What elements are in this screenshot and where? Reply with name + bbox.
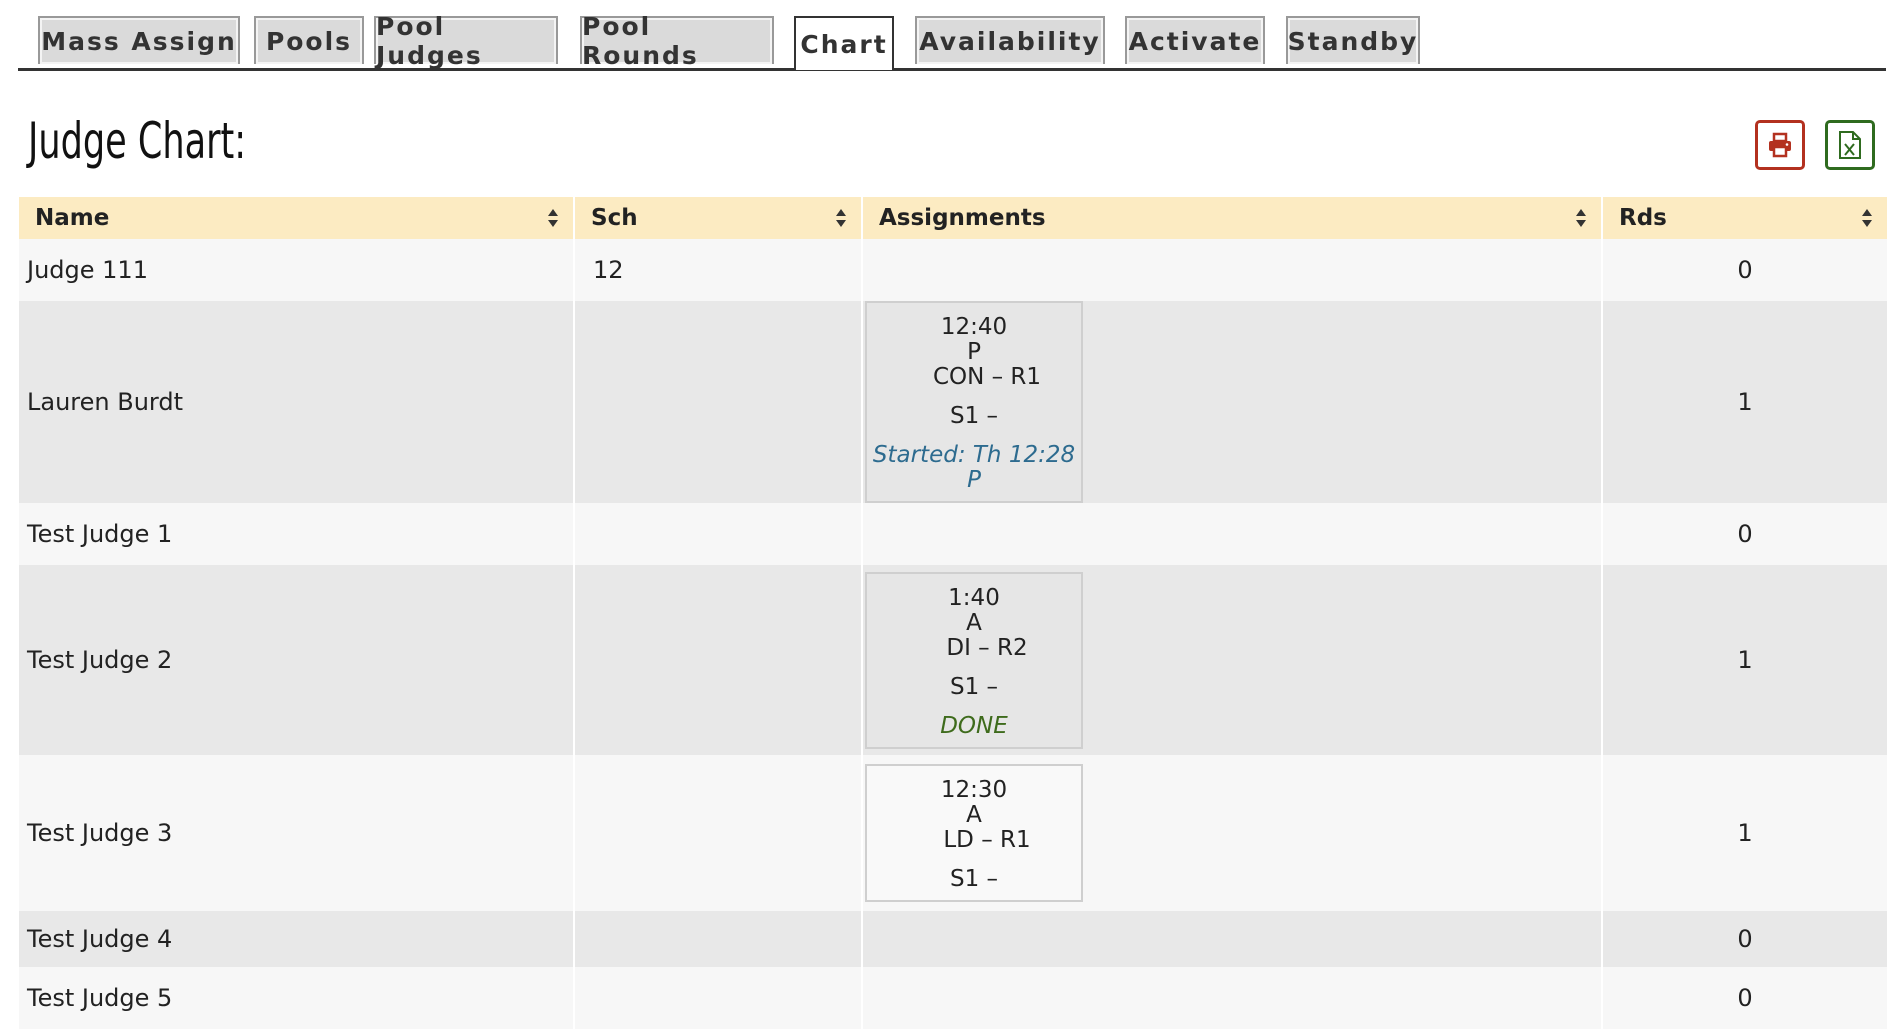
column-header-assignments[interactable]: Assignments: [862, 197, 1603, 239]
judge-school: [574, 503, 863, 565]
table-row: Test Judge 1 0: [19, 503, 1887, 565]
assignment-cell: 12:30 A LD – R1 S1 –: [862, 755, 1603, 911]
print-button[interactable]: [1755, 120, 1805, 170]
assignment-time: 12:30: [940, 777, 1008, 803]
judge-name[interactable]: Test Judge 3: [19, 755, 575, 911]
rounds-count: 0: [1602, 911, 1887, 967]
rounds-count: 1: [1602, 755, 1887, 911]
judge-school: [574, 301, 863, 503]
assignment-card[interactable]: 1:40 A DI – R2 S1 – DONE: [865, 571, 1083, 749]
assignment-site: S1 –: [949, 673, 999, 700]
sort-icon: [548, 209, 558, 227]
tab-pool-rounds[interactable]: Pool Rounds: [580, 12, 774, 70]
rounds-count: 1: [1602, 301, 1887, 503]
judge-name[interactable]: Judge 111: [19, 239, 575, 301]
column-header-rds[interactable]: Rds: [1602, 197, 1887, 239]
table-row: Test Judge 4 0: [19, 911, 1887, 967]
rounds-count: 0: [1602, 239, 1887, 301]
judge-school: [574, 967, 863, 1029]
column-header-label: Name: [35, 205, 110, 231]
assignment-time: 1:40: [948, 584, 1000, 611]
page-title: Judge Chart:: [28, 112, 247, 170]
judge-name[interactable]: Test Judge 4: [19, 911, 575, 967]
table-row: Judge 111 12 0: [19, 239, 1887, 301]
tab-pools[interactable]: Pools: [254, 16, 364, 64]
assignment-cell: 1:40 A DI – R2 S1 – DONE: [862, 565, 1603, 755]
tab-mass-assign[interactable]: Mass Assign: [38, 16, 240, 64]
table-row: Test Judge 5 0: [19, 967, 1887, 1029]
table-row: Test Judge 2 1:40 A DI – R2 S1 – DONE 1: [19, 565, 1887, 755]
table-row: Test Judge 3 12:30 A LD – R1 S1 – 1: [19, 755, 1887, 911]
judge-name[interactable]: Test Judge 5: [19, 967, 575, 1029]
judge-school: [574, 755, 863, 911]
column-header-sch[interactable]: Sch: [574, 197, 863, 239]
export-excel-button[interactable]: [1825, 120, 1875, 170]
judge-name[interactable]: Test Judge 2: [19, 565, 575, 755]
tab-activate[interactable]: Activate: [1125, 16, 1265, 64]
rounds-count: 1: [1602, 565, 1887, 755]
assignment-time: 12:40: [940, 314, 1008, 340]
assignment-card[interactable]: 12:40 P CON – R1 S1 – Started: Th 12:28 …: [865, 301, 1083, 503]
assignment-status: Started: Th 12:28 P: [872, 442, 1076, 493]
assignment-cell: [862, 239, 1603, 301]
table-row: Lauren Burdt 12:40 P CON – R1 S1 – Start…: [19, 301, 1887, 503]
assignment-site: S1 –: [949, 403, 999, 429]
rounds-count: 0: [1602, 503, 1887, 565]
assignment-ampm: A: [966, 802, 982, 828]
tab-chart[interactable]: Chart: [794, 16, 894, 70]
judge-school: 12: [574, 239, 863, 301]
assignment-ampm: P: [967, 339, 981, 365]
column-header-label: Assignments: [879, 205, 1046, 231]
assignment-cell: [862, 503, 1603, 565]
sort-icon: [1862, 209, 1872, 227]
judge-name[interactable]: Test Judge 1: [19, 503, 575, 565]
assignment-status: DONE: [940, 712, 1008, 739]
tab-bar: Mass Assign Pools Pool Judges Pool Round…: [18, 12, 1886, 71]
assignment-event: LD – R1: [943, 827, 1031, 853]
printer-icon: [1769, 132, 1791, 158]
judge-chart-table: Name Sch Assignments Rds Judge 111 12 0 …: [19, 197, 1887, 1029]
column-header-name[interactable]: Name: [19, 197, 575, 239]
excel-file-icon: [1839, 131, 1861, 159]
sort-icon: [1576, 209, 1586, 227]
assignment-event: CON – R1: [932, 364, 1042, 390]
assignment-ampm: A: [966, 609, 982, 636]
tab-standby[interactable]: Standby: [1286, 16, 1420, 64]
column-header-label: Sch: [591, 205, 638, 231]
judge-school: [574, 911, 863, 967]
assignment-event: DI – R2: [946, 634, 1028, 661]
tab-availability[interactable]: Availability: [915, 16, 1105, 64]
tab-pool-judges[interactable]: Pool Judges: [374, 12, 558, 70]
table-header-row: Name Sch Assignments Rds: [19, 197, 1887, 239]
judge-name[interactable]: Lauren Burdt: [19, 301, 575, 503]
assignment-card[interactable]: 12:30 A LD – R1 S1 –: [865, 764, 1083, 902]
assignment-cell: 12:40 P CON – R1 S1 – Started: Th 12:28 …: [862, 301, 1603, 503]
judge-school: [574, 565, 863, 755]
assignment-cell: [862, 911, 1603, 967]
assignment-site: S1 –: [949, 866, 999, 892]
sort-icon: [836, 209, 846, 227]
assignment-cell: [862, 967, 1603, 1029]
column-header-label: Rds: [1619, 205, 1667, 231]
rounds-count: 0: [1602, 967, 1887, 1029]
